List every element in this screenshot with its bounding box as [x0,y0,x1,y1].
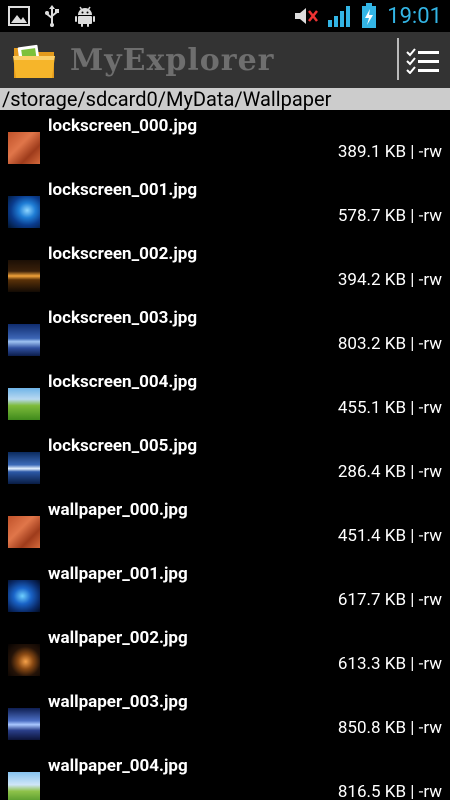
file-name: lockscreen_004.jpg [48,372,198,392]
file-thumbnail [8,260,40,292]
file-row[interactable]: lockscreen_000.jpg 389.1 KB | -rw [0,110,450,174]
mute-icon [293,5,319,27]
file-meta: 455.1 KB | -rw [337,398,442,418]
image-icon [8,6,30,26]
file-name: wallpaper_003.jpg [48,692,188,712]
file-meta: 617.7 KB | -rw [337,590,442,610]
file-meta: 451.4 KB | -rw [337,526,442,546]
file-thumbnail [8,196,40,228]
file-name: lockscreen_001.jpg [48,180,198,200]
file-row[interactable]: lockscreen_002.jpg 394.2 KB | -rw [0,238,450,302]
file-name: lockscreen_005.jpg [48,436,198,456]
file-thumbnail [8,580,40,612]
status-icons-left [8,5,96,27]
action-bar: MyExplorer [0,32,450,88]
file-thumbnail [8,708,40,740]
file-name: wallpaper_001.jpg [48,564,188,584]
status-icons-right: 19:01 [293,3,442,29]
file-thumbnail [8,388,40,420]
battery-charging-icon [361,3,377,29]
current-path: /storage/sdcard0/MyData/Wallpaper [0,88,450,110]
status-time: 19:01 [387,3,442,29]
file-thumbnail [8,644,40,676]
file-row[interactable]: lockscreen_005.jpg 286.4 KB | -rw [0,430,450,494]
file-meta: 578.7 KB | -rw [337,206,442,226]
app-logo-icon[interactable] [12,38,56,82]
file-row[interactable]: wallpaper_003.jpg 850.8 KB | -rw [0,686,450,750]
file-row[interactable]: wallpaper_000.jpg 451.4 KB | -rw [0,494,450,558]
file-meta: 286.4 KB | -rw [337,462,442,482]
file-meta: 389.1 KB | -rw [337,142,442,162]
action-bar-divider [397,38,399,80]
file-thumbnail [8,516,40,548]
file-thumbnail [8,772,40,800]
file-thumbnail [8,324,40,356]
file-row[interactable]: wallpaper_004.jpg 816.5 KB | -rw [0,750,450,800]
file-row[interactable]: lockscreen_004.jpg 455.1 KB | -rw [0,366,450,430]
app-title: MyExplorer [70,42,275,78]
file-name: lockscreen_003.jpg [48,308,198,328]
file-name: wallpaper_002.jpg [48,628,188,648]
file-name: wallpaper_000.jpg [48,500,188,520]
file-name: lockscreen_000.jpg [48,116,198,136]
file-meta: 394.2 KB | -rw [337,270,442,290]
file-name: wallpaper_004.jpg [48,756,188,776]
file-thumbnail [8,452,40,484]
signal-icon [327,4,353,28]
android-icon [74,5,96,27]
file-name: lockscreen_002.jpg [48,244,198,264]
sort-list-icon[interactable] [406,46,440,75]
file-list: lockscreen_000.jpg 389.1 KB | -rw lockscre… [0,110,450,800]
file-meta: 816.5 KB | -rw [337,782,442,800]
file-row[interactable]: lockscreen_003.jpg 803.2 KB | -rw [0,302,450,366]
file-row[interactable]: wallpaper_002.jpg 613.3 KB | -rw [0,622,450,686]
file-thumbnail [8,132,40,164]
file-row[interactable]: lockscreen_001.jpg 578.7 KB | -rw [0,174,450,238]
file-meta: 613.3 KB | -rw [337,654,442,674]
file-row[interactable]: wallpaper_001.jpg 617.7 KB | -rw [0,558,450,622]
status-bar: 19:01 [0,0,450,32]
file-meta: 803.2 KB | -rw [337,334,442,354]
file-meta: 850.8 KB | -rw [337,718,442,738]
usb-icon [44,5,60,27]
